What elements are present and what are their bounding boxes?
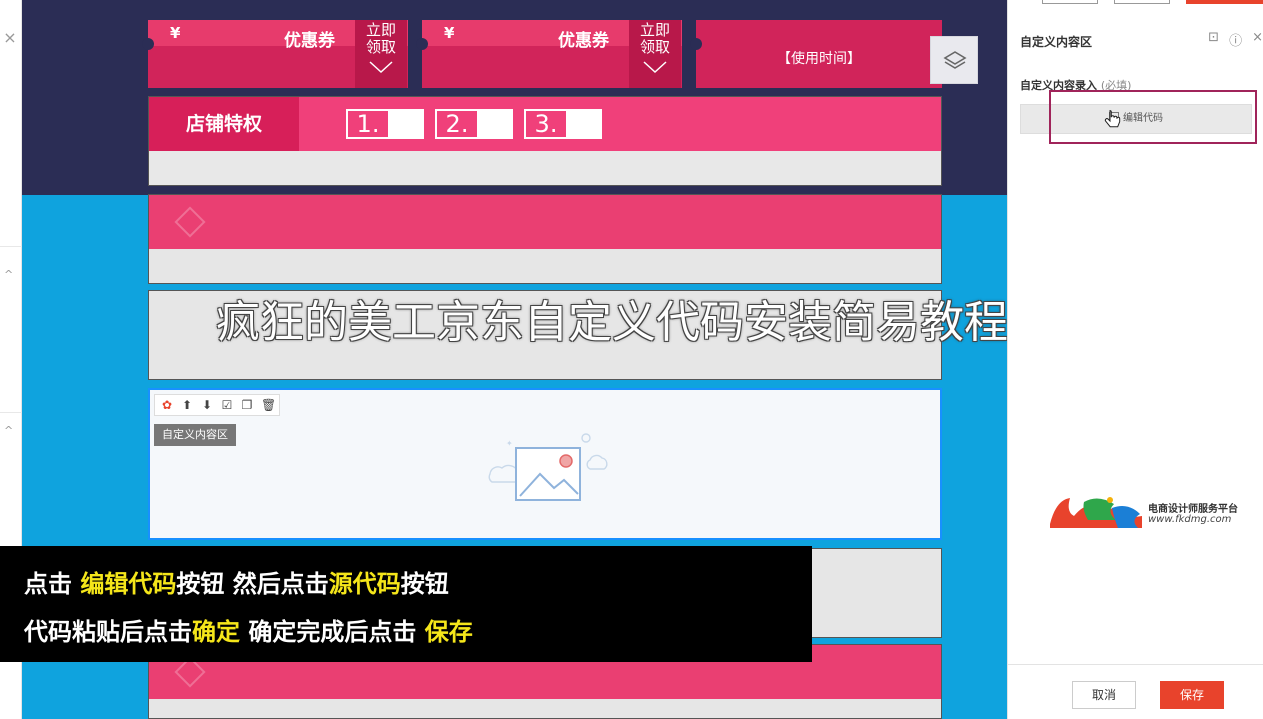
logo: 电商设计师服务平台 www.fkdmg.com [1048, 494, 1258, 534]
module-toolbar: ✿ ⬆ ⬇ ☑ ❐ 🗑 [154, 394, 280, 416]
close-icon[interactable]: × [2, 30, 18, 46]
coupon-card[interactable]: 【使用时间】 [690, 20, 942, 88]
gear-icon[interactable]: ✿ [161, 399, 173, 411]
edit-icon[interactable]: ☑ [221, 399, 233, 411]
divider [0, 412, 22, 413]
top-button[interactable] [1114, 0, 1170, 4]
layers-icon [943, 51, 967, 69]
diamond-decoration [174, 206, 206, 238]
panel-footer: 取消 保存 [1008, 664, 1263, 719]
yen-symbol: ¥ [170, 24, 181, 42]
chevron-up-icon[interactable]: ^ [4, 424, 16, 437]
help-icon[interactable]: ⓘ [1229, 30, 1242, 49]
panel-icons: ⊡ ⓘ × [1208, 30, 1263, 49]
coupon-card[interactable]: ¥ 优惠券 立即 领取 [416, 20, 682, 88]
top-action-button[interactable] [1186, 0, 1263, 4]
chevron-down-icon [369, 61, 393, 74]
image-placeholder-icon: ✦ [488, 433, 608, 501]
copy-icon[interactable]: ❐ [241, 399, 253, 411]
coupon-card[interactable]: ¥ 优惠券 立即 领取 [142, 20, 408, 88]
caption-line-2: 代码粘贴后点击确定 确定完成后点击 保存 [24, 618, 473, 646]
claim-button[interactable]: 立即 领取 [355, 20, 407, 88]
banner-module[interactable] [148, 194, 942, 284]
tutorial-title: 疯狂的美工京东自定义代码安装简易教程 [216, 297, 1008, 348]
privilege-label: 店铺特权 [149, 97, 299, 151]
svg-text:✦: ✦ [506, 439, 513, 448]
custom-content-module[interactable]: ✿ ⬆ ⬇ ☑ ❐ 🗑 自定义内容区 ✦ [148, 388, 942, 540]
logo-url: www.fkdmg.com [1148, 514, 1232, 525]
module-tag: 自定义内容区 [154, 424, 236, 446]
instruction-caption: 点击 编辑代码按钮 然后点击源代码按钮 代码粘贴后点击确定 确定完成后点击 保存 [0, 546, 812, 662]
claim-button[interactable]: 立即 领取 [629, 20, 681, 88]
store-privilege-module[interactable]: 店铺特权 1. 2. 3. [148, 96, 942, 186]
privilege-item: 3. [524, 109, 602, 139]
panel-title: 自定义内容区 [1020, 35, 1093, 49]
divider [0, 246, 22, 247]
close-icon[interactable]: × [1252, 30, 1263, 49]
layers-button[interactable] [930, 36, 978, 84]
caption-line-1: 点击 编辑代码按钮 然后点击源代码按钮 [24, 570, 449, 598]
chevron-up-icon[interactable]: ^ [4, 268, 16, 281]
properties-panel: 自定义内容区 ⊡ ⓘ × 自定义内容录入 (必填) 编辑代码 电商设计师服务平台… [1007, 0, 1263, 719]
chevron-down-icon [643, 61, 667, 74]
coupon-title: 优惠券 [558, 31, 609, 51]
delete-icon[interactable]: 🗑 [261, 399, 276, 411]
coupon-title: 优惠券 [284, 31, 335, 51]
yen-symbol: ¥ [444, 24, 455, 42]
logo-tagline: 电商设计师服务平台 [1148, 504, 1238, 515]
top-button[interactable] [1042, 0, 1098, 4]
hand-cursor-icon [1104, 110, 1121, 128]
brand-logo-mark [1050, 497, 1142, 528]
cancel-button[interactable]: 取消 [1072, 681, 1136, 709]
privilege-item: 1. [346, 109, 424, 139]
privilege-item: 2. [435, 109, 513, 139]
move-up-icon[interactable]: ⬆ [181, 399, 193, 411]
use-time-label: 【使用时间】 [777, 51, 861, 67]
save-button[interactable]: 保存 [1160, 681, 1224, 709]
feedback-icon[interactable]: ⊡ [1208, 30, 1219, 49]
highlight-annotation [1049, 90, 1257, 144]
move-down-icon[interactable]: ⬇ [201, 399, 213, 411]
